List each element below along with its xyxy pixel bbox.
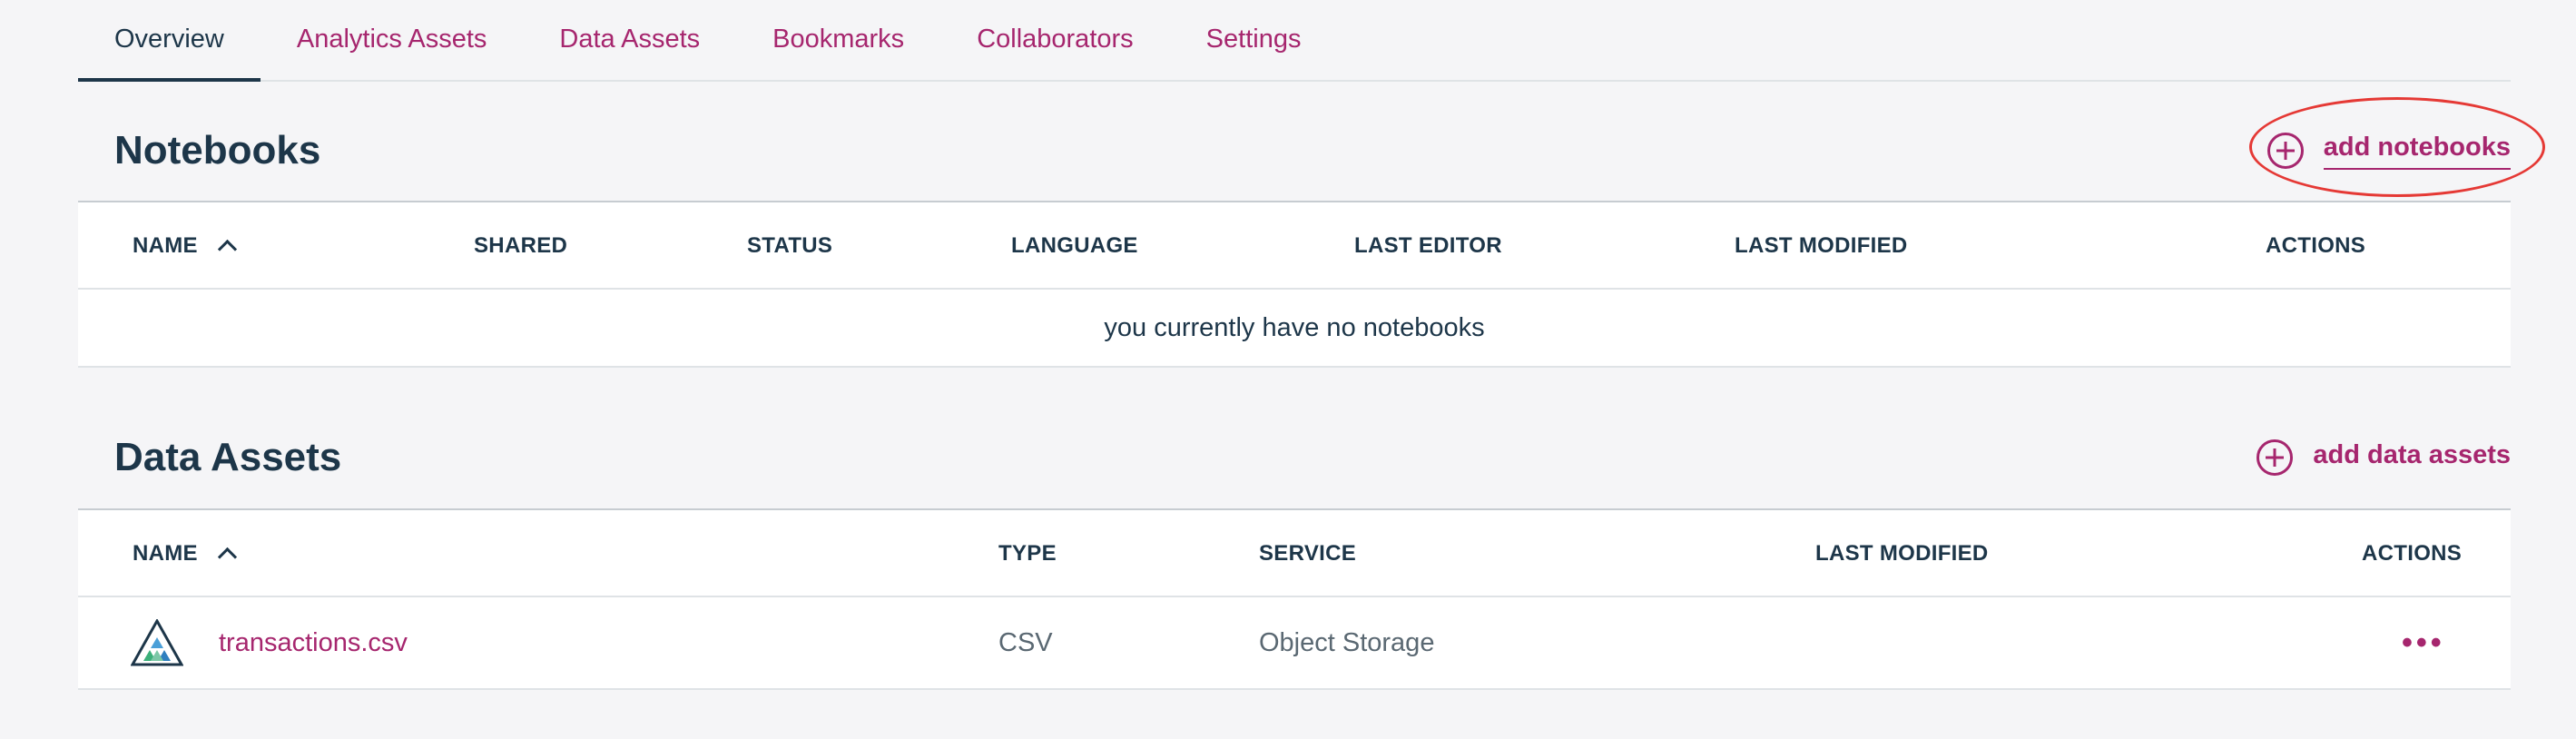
data-assets-title: Data Assets (114, 435, 342, 479)
column-header-type: TYPE (998, 541, 1057, 566)
notebooks-empty-message: you currently have no notebooks (1104, 312, 1485, 342)
data-assets-table-header: NAME TYPE SERVICE LAST MODIFIED ACTIONS (78, 510, 2511, 597)
tab-settings[interactable]: Settings (1170, 0, 1338, 80)
overflow-menu-icon[interactable]: ••• (2402, 626, 2445, 661)
data-assets-table: NAME TYPE SERVICE LAST MODIFIED ACTIONS … (78, 508, 2511, 690)
column-header-service: SERVICE (1259, 541, 1357, 566)
tab-overview[interactable]: Overview (78, 0, 261, 82)
tab-collaborators[interactable]: Collaborators (940, 0, 1169, 80)
project-page: Overview Analytics Assets Data Assets Bo… (78, 0, 2545, 739)
file-service: Object Storage (1259, 627, 1435, 657)
notebooks-header: Notebooks add notebooks (78, 110, 2511, 192)
data-assets-header: Data Assets add data assets (78, 417, 2511, 498)
table-row: transactions.csv CSV Object Storage ••• (78, 597, 2511, 688)
chevron-up-icon[interactable] (218, 237, 236, 255)
row-actions-menu[interactable]: ••• (2402, 597, 2445, 688)
file-name-link[interactable]: transactions.csv (219, 597, 408, 688)
tab-bookmarks[interactable]: Bookmarks (736, 0, 940, 80)
column-header-last-modified: LAST MODIFIED (1815, 541, 1989, 566)
annotation-highlight-ellipse (2249, 97, 2545, 197)
plus-circle-icon (2256, 439, 2294, 476)
column-header-last-modified: LAST MODIFIED (1735, 233, 1908, 258)
column-header-name[interactable]: NAME (133, 202, 236, 290)
file-name[interactable]: transactions.csv (219, 628, 408, 658)
column-header-actions: ACTIONS (2362, 541, 2463, 566)
add-data-assets-button[interactable]: add data assets (2256, 439, 2511, 476)
column-header-language: LANGUAGE (1011, 233, 1138, 258)
column-header-label: NAME (133, 233, 198, 258)
tab-data-assets[interactable]: Data Assets (523, 0, 736, 80)
column-header-actions: ACTIONS (2266, 233, 2366, 258)
add-data-assets-label: add data assets (2313, 439, 2511, 469)
chevron-up-icon[interactable] (218, 545, 236, 563)
column-header-name[interactable]: NAME (133, 510, 236, 597)
tab-analytics-assets[interactable]: Analytics Assets (261, 0, 524, 80)
file-type: CSV (998, 627, 1053, 657)
column-header-shared: SHARED (474, 233, 568, 258)
notebooks-table-header: NAME SHARED STATUS LANGUAGE LAST EDITOR … (78, 202, 2511, 290)
data-asset-triangle-icon (131, 619, 183, 666)
column-header-last-editor: LAST EDITOR (1354, 233, 1502, 258)
column-header-label: NAME (133, 541, 198, 566)
notebooks-title: Notebooks (114, 128, 321, 172)
tab-bar: Overview Analytics Assets Data Assets Bo… (78, 0, 2511, 82)
notebooks-table: NAME SHARED STATUS LANGUAGE LAST EDITOR … (78, 201, 2511, 368)
column-header-status: STATUS (747, 233, 833, 258)
